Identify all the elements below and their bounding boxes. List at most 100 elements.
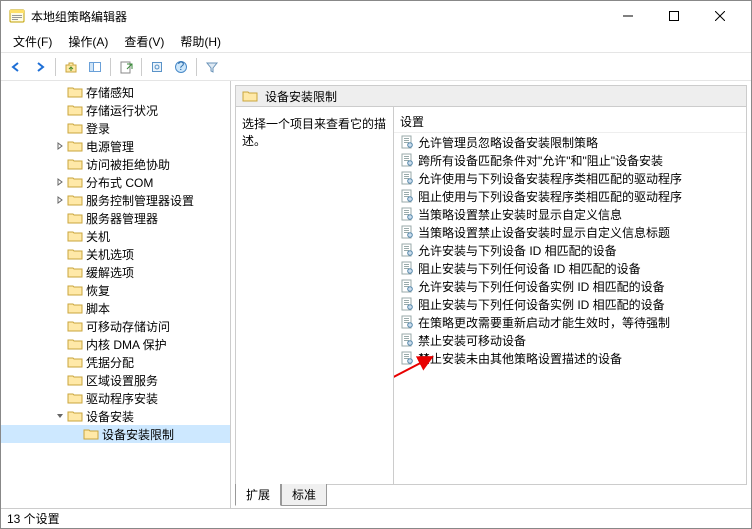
folder-icon <box>67 229 83 243</box>
tree-item[interactable]: 凭据分配 <box>1 353 230 371</box>
detail-title: 设备安装限制 <box>265 88 337 105</box>
back-button[interactable] <box>5 56 27 78</box>
folder-icon <box>67 355 83 369</box>
setting-label: 禁止安装可移动设备 <box>418 332 526 349</box>
window-title: 本地组策略编辑器 <box>31 8 605 25</box>
tree-item-label: 存储运行状况 <box>86 102 158 119</box>
setting-item[interactable]: 当策略设置禁止设备安装时显示自定义信息标题 <box>394 223 746 241</box>
folder-icon <box>67 211 83 225</box>
folder-icon <box>67 103 83 117</box>
maximize-button[interactable] <box>651 1 697 31</box>
setting-label: 在策略更改需要重新启动才能生效时，等待强制 <box>418 314 670 331</box>
tree-item-label: 缓解选项 <box>86 264 134 281</box>
setting-item[interactable]: 允许使用与下列设备安装程序类相匹配的驱动程序 <box>394 169 746 187</box>
statusbar: 13 个设置 <box>1 508 751 528</box>
tree-item[interactable]: 服务器管理器 <box>1 209 230 227</box>
menubar: 文件(F) 操作(A) 查看(V) 帮助(H) <box>1 31 751 53</box>
tree-item[interactable]: 电源管理 <box>1 137 230 155</box>
setting-label: 允许安装与下列任何设备实例 ID 相匹配的设备 <box>418 278 665 295</box>
policy-icon <box>400 351 414 365</box>
chevron-right-icon[interactable] <box>53 142 67 150</box>
tree-item[interactable]: 分布式 COM <box>1 173 230 191</box>
tree-item[interactable]: 内核 DMA 保护 <box>1 335 230 353</box>
tree-item[interactable]: 登录 <box>1 119 230 137</box>
setting-item[interactable]: 阻止安装与下列任何设备实例 ID 相匹配的设备 <box>394 295 746 313</box>
tree-item[interactable]: 恢复 <box>1 281 230 299</box>
setting-item[interactable]: 禁止安装可移动设备 <box>394 331 746 349</box>
tree-item[interactable]: 访问被拒绝协助 <box>1 155 230 173</box>
menu-view[interactable]: 查看(V) <box>116 31 172 52</box>
tree-item[interactable]: 脚本 <box>1 299 230 317</box>
policy-icon <box>400 279 414 293</box>
setting-label: 阻止使用与下列设备安装程序类相匹配的驱动程序 <box>418 188 682 205</box>
filter-button[interactable] <box>201 56 223 78</box>
tree-item-label: 设备安装 <box>86 408 134 425</box>
tree-item[interactable]: 存储运行状况 <box>1 101 230 119</box>
setting-item[interactable]: 允许安装与下列设备 ID 相匹配的设备 <box>394 241 746 259</box>
tree-item-label: 脚本 <box>86 300 110 317</box>
setting-item[interactable]: 跨所有设备匹配条件对"允许"和"阻止"设备安装 <box>394 151 746 169</box>
tree-pane[interactable]: 存储感知存储运行状况登录电源管理访问被拒绝协助分布式 COM服务控制管理器设置服… <box>1 81 231 508</box>
setting-label: 当策略设置禁止安装时显示自定义信息 <box>418 206 622 223</box>
tree-item[interactable]: 存储感知 <box>1 83 230 101</box>
tab-extended[interactable]: 扩展 <box>235 484 281 506</box>
chevron-right-icon[interactable] <box>53 196 67 204</box>
folder-icon <box>67 391 83 405</box>
tree-item-label: 服务控制管理器设置 <box>86 192 194 209</box>
folder-icon <box>67 121 83 135</box>
toolbar: ? <box>1 53 751 81</box>
close-button[interactable] <box>697 1 743 31</box>
chevron-right-icon[interactable] <box>53 178 67 186</box>
description-column: 选择一个项目来查看它的描述。 <box>236 107 394 484</box>
description-prompt: 选择一个项目来查看它的描述。 <box>242 115 387 149</box>
tree-item[interactable]: 缓解选项 <box>1 263 230 281</box>
show-hide-tree-button[interactable] <box>84 56 106 78</box>
refresh-button[interactable] <box>146 56 168 78</box>
tree-item[interactable]: 设备安装限制 <box>1 425 230 443</box>
tree-item-label: 可移动存储访问 <box>86 318 170 335</box>
setting-item[interactable]: 允许管理员忽略设备安装限制策略 <box>394 133 746 151</box>
tree-item[interactable]: 服务控制管理器设置 <box>1 191 230 209</box>
menu-action[interactable]: 操作(A) <box>60 31 116 52</box>
folder-icon <box>67 283 83 297</box>
tree-item[interactable]: 关机选项 <box>1 245 230 263</box>
chevron-down-icon[interactable] <box>53 412 67 420</box>
tree-item[interactable]: 区域设置服务 <box>1 371 230 389</box>
export-button[interactable] <box>115 56 137 78</box>
folder-icon <box>67 85 83 99</box>
menu-help[interactable]: 帮助(H) <box>172 31 229 52</box>
setting-item[interactable]: 阻止使用与下列设备安装程序类相匹配的驱动程序 <box>394 187 746 205</box>
setting-item[interactable]: 在策略更改需要重新启动才能生效时，等待强制 <box>394 313 746 331</box>
folder-icon <box>67 337 83 351</box>
setting-label: 禁止安装未由其他策略设置描述的设备 <box>418 350 622 367</box>
policy-icon <box>400 135 414 149</box>
setting-item[interactable]: 阻止安装与下列任何设备 ID 相匹配的设备 <box>394 259 746 277</box>
policy-icon <box>400 153 414 167</box>
tree-item[interactable]: 关机 <box>1 227 230 245</box>
tree-item[interactable]: 可移动存储访问 <box>1 317 230 335</box>
setting-item[interactable]: 允许安装与下列任何设备实例 ID 相匹配的设备 <box>394 277 746 295</box>
policy-icon <box>400 297 414 311</box>
tree-item-label: 关机选项 <box>86 246 134 263</box>
folder-icon <box>67 139 83 153</box>
forward-button[interactable] <box>29 56 51 78</box>
setting-item[interactable]: 当策略设置禁止安装时显示自定义信息 <box>394 205 746 223</box>
detail-pane: 设备安装限制 选择一个项目来查看它的描述。 设置 允许管理员忽略设备安装限制策略… <box>231 81 751 508</box>
tree-item-label: 内核 DMA 保护 <box>86 336 167 353</box>
tree-item-label: 区域设置服务 <box>86 372 158 389</box>
tree-item-label: 恢复 <box>86 282 110 299</box>
tree-item[interactable]: 设备安装 <box>1 407 230 425</box>
setting-label: 阻止安装与下列任何设备 ID 相匹配的设备 <box>418 260 641 277</box>
minimize-button[interactable] <box>605 1 651 31</box>
tree-item[interactable]: 驱动程序安装 <box>1 389 230 407</box>
tab-standard[interactable]: 标准 <box>281 484 327 506</box>
toolbar-separator <box>55 58 56 76</box>
up-button[interactable] <box>60 56 82 78</box>
setting-item[interactable]: 禁止安装未由其他策略设置描述的设备 <box>394 349 746 367</box>
menu-file[interactable]: 文件(F) <box>5 31 60 52</box>
folder-icon <box>67 409 83 423</box>
help-button[interactable]: ? <box>170 56 192 78</box>
settings-header[interactable]: 设置 <box>394 111 746 133</box>
app-icon <box>9 8 25 24</box>
svg-text:?: ? <box>178 60 185 73</box>
